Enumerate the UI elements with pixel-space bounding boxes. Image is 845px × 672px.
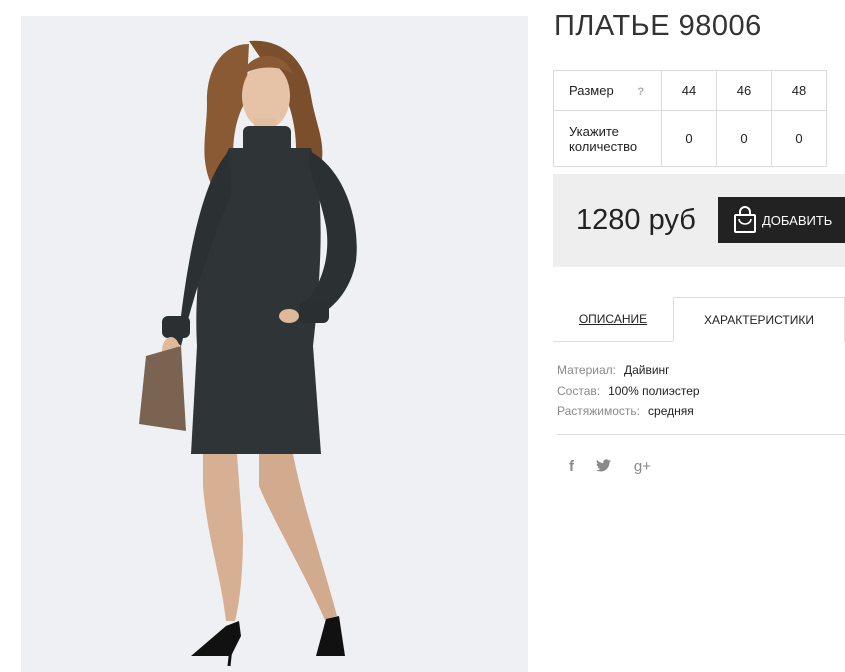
facebook-icon[interactable]: f: [569, 458, 574, 475]
quantity-input-46[interactable]: 0: [716, 110, 772, 167]
product-tabs: ОПИСАНИЕ ХАРАКТЕРИСТИКИ: [553, 297, 845, 342]
social-share: f g+: [569, 458, 669, 476]
product-title: ПЛАТЬЕ 98006: [554, 10, 762, 42]
spec-value: Дайвинг: [623, 363, 670, 377]
tab-characteristics[interactable]: ХАРАКТЕРИСТИКИ: [673, 297, 845, 342]
quantity-row: Укажите количество 0 0 0: [553, 110, 827, 167]
size-48[interactable]: 48: [771, 70, 827, 111]
price-box: 1280 руб ДОБАВИТЬ: [553, 174, 845, 267]
price: 1280 руб: [576, 204, 696, 236]
size-label-cell: Размер ?: [553, 70, 662, 111]
size-row: Размер ? 44 46 48: [553, 70, 827, 111]
size-44[interactable]: 44: [661, 70, 717, 111]
quantity-label-cell: Укажите количество: [553, 110, 662, 167]
size-label: Размер: [569, 83, 614, 98]
spec-value: средняя: [648, 404, 694, 418]
characteristics-list: Материал: Дайвинг Состав: 100% полиэстер Р…: [557, 360, 700, 422]
size-help-icon[interactable]: ?: [637, 86, 644, 98]
spec-row-material: Материал: Дайвинг: [557, 360, 700, 381]
spec-row-stretch: Растяжимость: средняя: [557, 401, 700, 422]
size-quantity-table: Размер ? 44 46 48 Укажите количество 0 0…: [553, 70, 827, 167]
quantity-label-line2: количество: [569, 138, 638, 154]
spec-key: Состав:: [557, 383, 601, 398]
quantity-input-48[interactable]: 0: [771, 110, 827, 167]
spec-key: Растяжимость:: [557, 404, 641, 418]
product-photo[interactable]: [21, 16, 528, 672]
spec-row-composition: Состав: 100% полиэстер: [557, 381, 700, 402]
spec-key: Материал:: [557, 363, 616, 377]
spec-value: 100% полиэстер: [608, 383, 700, 398]
divider: [557, 434, 845, 435]
tab-description[interactable]: ОПИСАНИЕ: [553, 297, 673, 341]
quantity-label-line1: Укажите: [569, 123, 619, 139]
quantity-input-44[interactable]: 0: [661, 110, 717, 167]
google-plus-icon[interactable]: g+: [634, 458, 651, 475]
twitter-icon[interactable]: [596, 458, 612, 475]
model-illustration: [139, 40, 357, 667]
size-46[interactable]: 46: [716, 70, 772, 111]
add-to-cart-button[interactable]: ДОБАВИТЬ: [718, 197, 845, 243]
shopping-bag-icon: [734, 206, 756, 233]
add-to-cart-label: ДОБАВИТЬ: [762, 212, 833, 228]
